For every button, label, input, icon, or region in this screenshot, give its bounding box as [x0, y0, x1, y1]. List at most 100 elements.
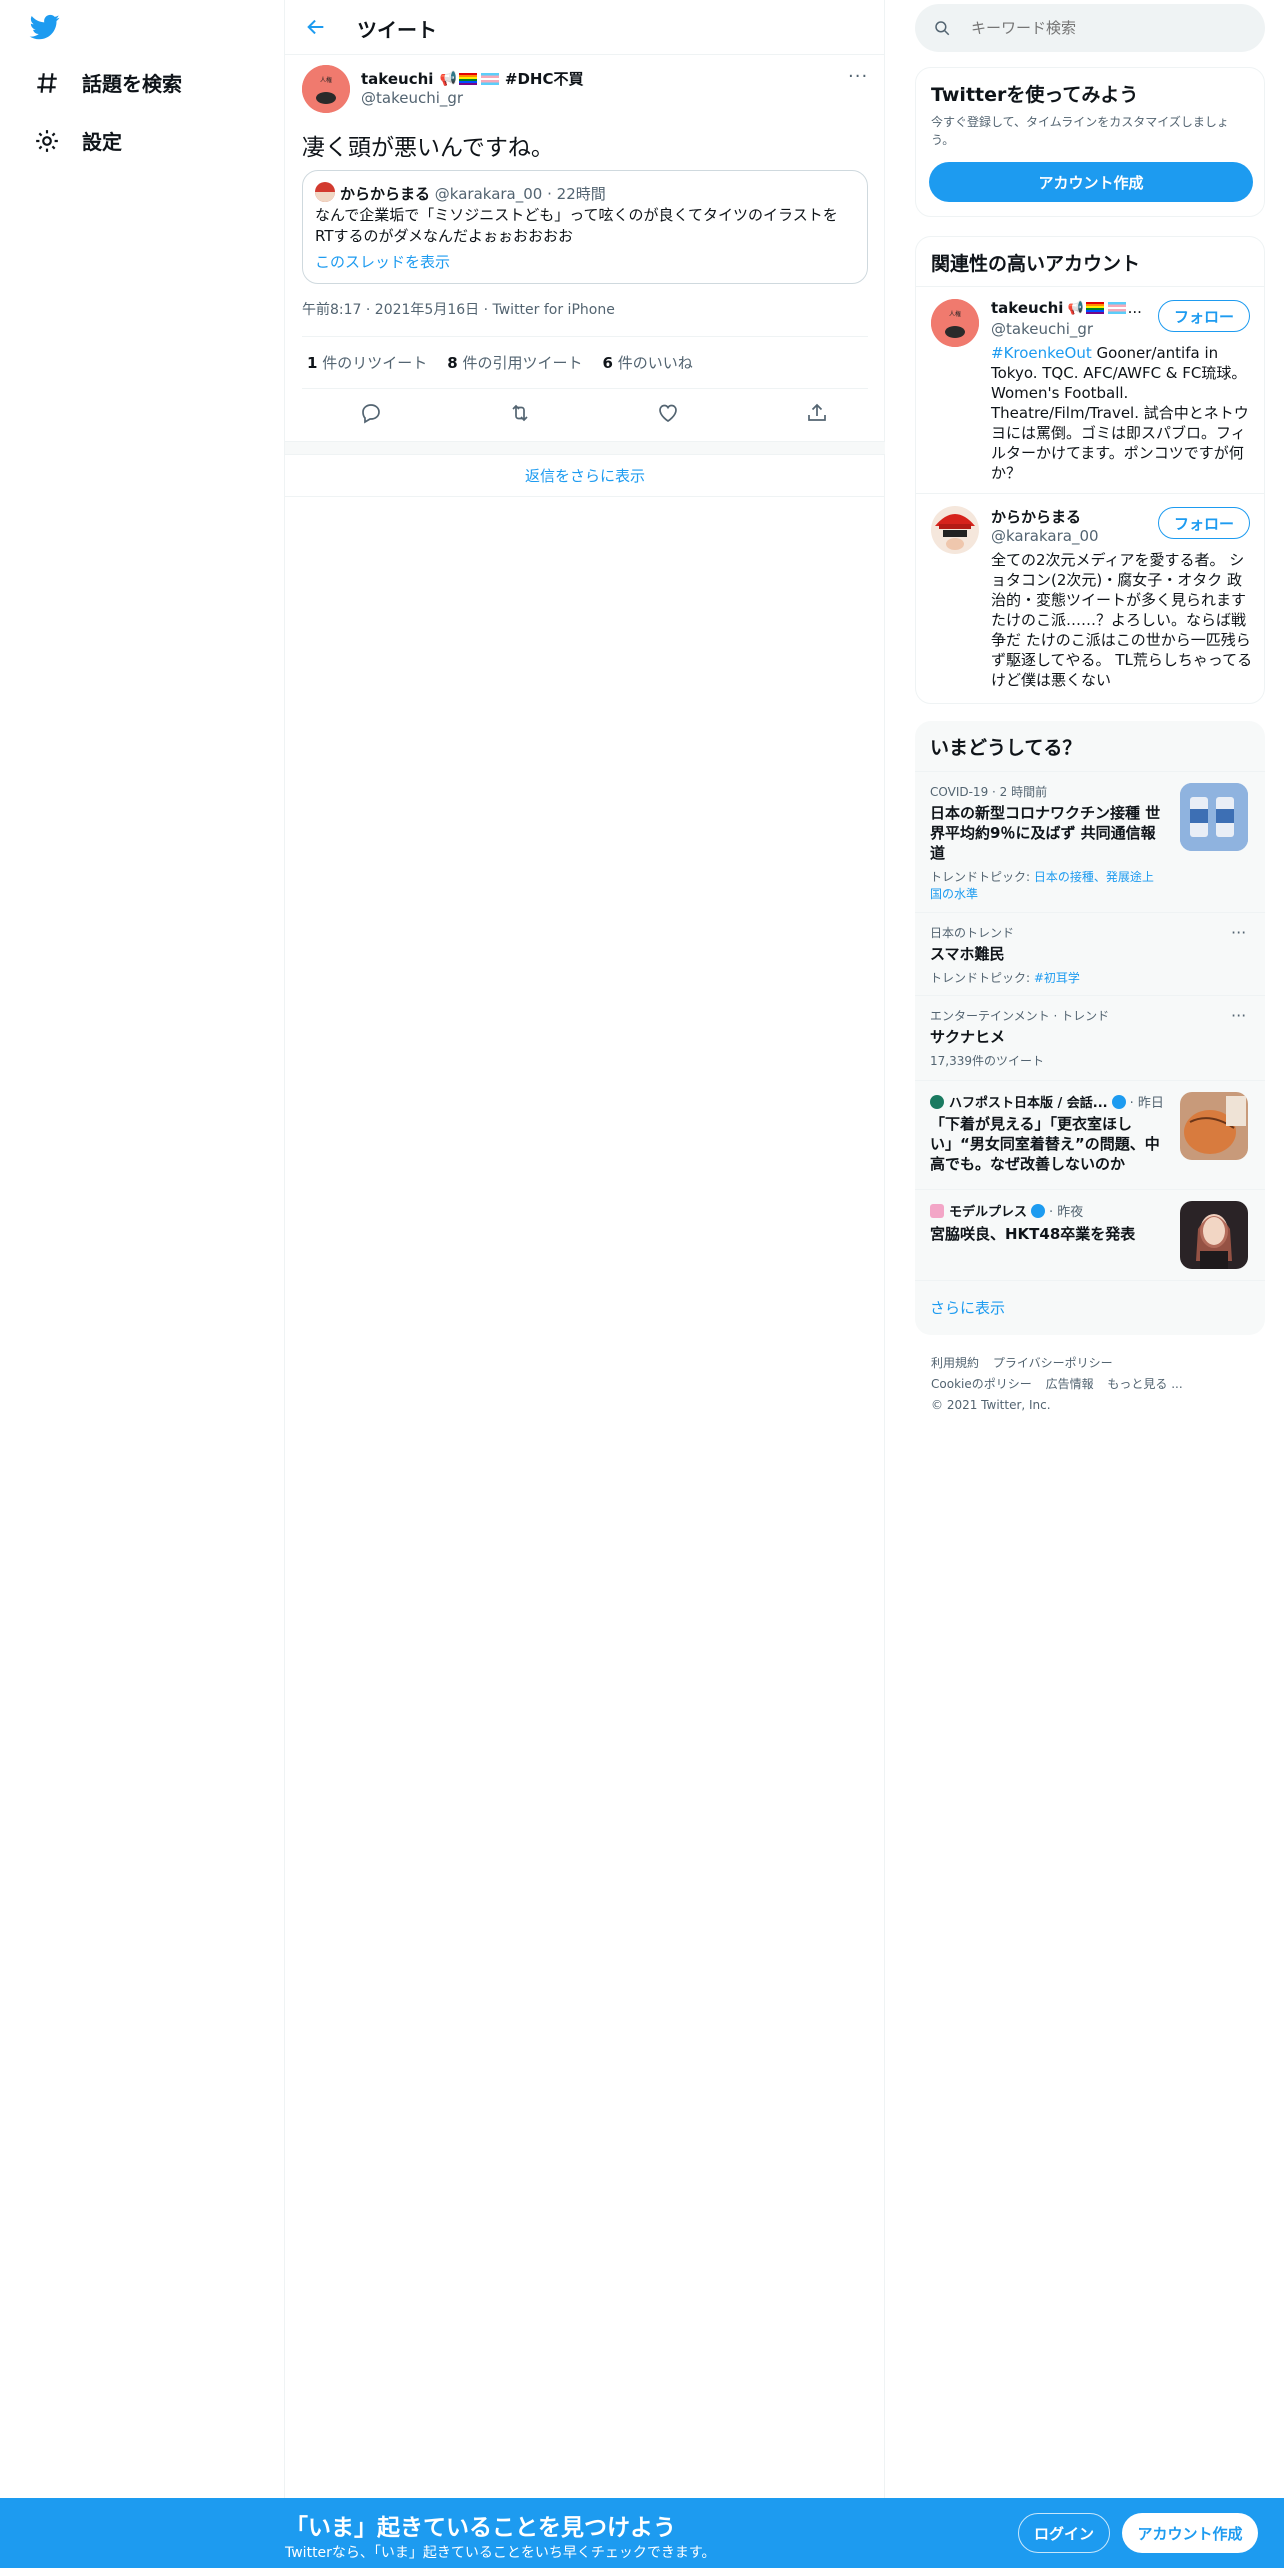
show-more-replies-button[interactable]: 返信をさらに表示 [285, 455, 885, 497]
trans-flag-icon [1107, 302, 1126, 314]
hashtag-icon [37, 72, 57, 93]
tweet-actions [359, 401, 829, 427]
trend-source: ハフポスト日本版 / 会話... [949, 1096, 1108, 1111]
footer-link-more[interactable]: もっと見る ... [1107, 1377, 1182, 1391]
show-thread-link[interactable]: このスレッドを表示 [315, 251, 450, 272]
trend-item[interactable]: COVID-19 · 2 時間前 日本の新型コロナワクチン接種 世界平均約9％に… [915, 772, 1265, 912]
trend-count: 17,339件のツイート [930, 1054, 1044, 1068]
quoted-tweet[interactable]: からからまる @karakara_00 · 22時間 なんで企業垢で「ミソジニス… [302, 170, 868, 284]
verified-badge-icon [1031, 1203, 1046, 1218]
account-handle: @karakara_00 [991, 527, 1099, 545]
svg-text:人権: 人権 [949, 310, 961, 318]
related-account[interactable]: からからまる @karakara_00 フォロー 全ての2次元メディアを愛する者… [916, 494, 1264, 703]
divider [915, 1280, 1265, 1281]
search-input[interactable] [971, 19, 1241, 37]
author-handle[interactable]: @takeuchi_gr [361, 89, 463, 107]
footer-link-cookies[interactable]: Cookieのポリシー [931, 1377, 1032, 1391]
trend-item[interactable]: ハフポスト日本版 / 会話... · 昨日 「下着が見える」「更衣室ほしい」“男… [915, 1081, 1265, 1189]
bio-text: Gooner/antifa in Tokyo. TQC. AFC/AWFC & … [991, 344, 1249, 482]
search-icon [935, 21, 950, 36]
trend-item[interactable]: 日本のトレンド スマホ難民 トレンドトピック: #初耳学 ··· [915, 913, 1265, 995]
retweet-icon[interactable] [508, 401, 532, 427]
tweet-stats: 1 件のリツイート 8 件の引用ツイート 6 件のいいね [307, 352, 693, 373]
show-more-replies-label: 返信をさらに表示 [524, 467, 645, 485]
account-name-ellipsis: ... [1127, 299, 1142, 317]
trend-thumbnail [1180, 1201, 1248, 1269]
avatar [931, 506, 979, 554]
follow-button[interactable]: フォロー [1158, 300, 1250, 332]
footer-copyright: © 2021 Twitter, Inc. [931, 1398, 1051, 1412]
tweet-timestamp[interactable]: 午前8:17 · 2021年5月16日 · Twitter for iPhone [302, 299, 615, 319]
author-hashtag: #DHC不買 [504, 70, 584, 88]
account-name: takeuchi [991, 299, 1064, 317]
retweet-count[interactable]: 1 件のリツイート [307, 352, 427, 373]
trend-context: 日本のトレンド [930, 926, 1015, 940]
quote-text: なんで企業垢で「ミソジニストども」って呟くのが良くてタイツのイラストをRTするの… [315, 206, 838, 245]
related-accounts-card: 関連性の高いアカウント 人権 takeuchi 📢 ... @takeuchi_… [915, 236, 1265, 704]
related-title: 関連性の高いアカウント [931, 253, 1141, 275]
trend-thumbnail [1180, 783, 1248, 851]
avatar: 人権 [931, 299, 979, 347]
page-title: ツイート [357, 18, 437, 42]
megaphone-icon: 📢 [439, 70, 457, 87]
trend-time: · 昨日 [1129, 1096, 1164, 1111]
signup-title: Twitterを使ってみよう [931, 84, 1139, 106]
account-name: からからまる [991, 508, 1082, 526]
account-name-row: takeuchi 📢 ... [991, 299, 1142, 317]
more-options-icon[interactable]: ··· [848, 66, 868, 87]
trans-flag-icon [480, 72, 499, 85]
trend-context: エンターテインメント · トレンド [930, 1009, 1110, 1023]
follow-button[interactable]: フォロー [1158, 507, 1250, 539]
rainbow-flag-icon [458, 72, 477, 85]
quote-author-name: からからまる [340, 185, 431, 203]
section-separator [285, 441, 885, 455]
trend-headline: 宮脇咲良、HKT48卒業を発表 [930, 1225, 1136, 1243]
avatar[interactable]: 人権 [302, 65, 350, 113]
back-arrow-icon[interactable] [305, 16, 327, 42]
related-account[interactable]: 人権 takeuchi 📢 ... @takeuchi_gr フォロー #Kro… [916, 287, 1264, 493]
signup-button[interactable]: アカウント作成 [1122, 2513, 1258, 2553]
quote-header: からからまる @karakara_00 · 22時間 [340, 183, 606, 204]
login-button[interactable]: ログイン [1018, 2513, 1110, 2553]
right-sidebar: Twitterを使ってみよう 今すぐ登録して、タイムラインをカスタマイズしましょ… [885, 0, 1284, 2500]
trend-thumbnail [1180, 1092, 1248, 1160]
footer-links: 利用規約 プライバシーポリシー Cookieのポリシー 広告情報 もっと見る .… [931, 1353, 1251, 1416]
footer-link-terms[interactable]: 利用規約 [931, 1356, 979, 1370]
nav-item-settings[interactable]: 設定 [34, 126, 122, 155]
footer-link-ads[interactable]: 広告情報 [1046, 1377, 1094, 1391]
signup-card: Twitterを使ってみよう 今すぐ登録して、タイムラインをカスタマイズしましょ… [915, 67, 1265, 217]
share-icon[interactable] [805, 401, 829, 427]
bio-hashtag[interactable]: #KroenkeOut [991, 344, 1092, 362]
like-icon[interactable] [656, 401, 680, 427]
trend-item[interactable]: エンターテインメント · トレンド サクナヒメ 17,339件のツイート ··· [915, 996, 1265, 1080]
twitter-logo-icon[interactable] [28, 12, 62, 46]
trends-title: いまどうしてる？ [930, 737, 1082, 759]
more-options-icon[interactable]: ··· [1231, 1006, 1246, 1025]
footer-link-privacy[interactable]: プライバシーポリシー [993, 1356, 1113, 1370]
trend-topics: トレンドトピック: 日本の接種、発展途上国の水準 [930, 870, 1154, 901]
divider [302, 336, 868, 337]
quote-author-handle: @karakara_00 [434, 185, 543, 203]
author-name: takeuchi [361, 69, 434, 88]
nav-item-explore[interactable]: 話題を検索 [34, 68, 182, 97]
trends-card: いまどうしてる？ COVID-19 · 2 時間前 日本の新型コロナワクチン接種… [915, 721, 1265, 1335]
show-more-trends-link[interactable]: さらに表示 [930, 1297, 1005, 1318]
signup-subtitle: 今すぐ登録して、タイムラインをカスタマイズしましょう。 [931, 115, 1229, 147]
quote-count[interactable]: 8 件の引用ツイート [447, 352, 582, 373]
search-box[interactable] [915, 4, 1265, 52]
author-name-row[interactable]: takeuchi 📢 #DHC不買 [361, 68, 583, 89]
trend-item[interactable]: モデルプレス · 昨夜 宮脇咲良、HKT48卒業を発表 [915, 1190, 1265, 1280]
quote-avatar [315, 182, 335, 202]
create-account-button[interactable]: アカウント作成 [929, 162, 1253, 202]
verified-badge-icon [1111, 1094, 1126, 1109]
left-nav: 話題を検索 設定 [0, 0, 285, 2500]
page-header: ツイート [285, 0, 885, 55]
more-options-icon[interactable]: ··· [1231, 923, 1246, 942]
divider [302, 388, 868, 389]
account-bio: #KroenkeOut Gooner/antifa in Tokyo. TQC.… [991, 343, 1253, 483]
reply-icon[interactable] [359, 401, 383, 427]
like-count[interactable]: 6 件のいいね [602, 352, 692, 373]
trend-context: COVID-19 · 2 時間前 [930, 785, 1048, 799]
nav-settings-label: 設定 [82, 130, 122, 154]
quote-time: · 22時間 [547, 185, 606, 203]
